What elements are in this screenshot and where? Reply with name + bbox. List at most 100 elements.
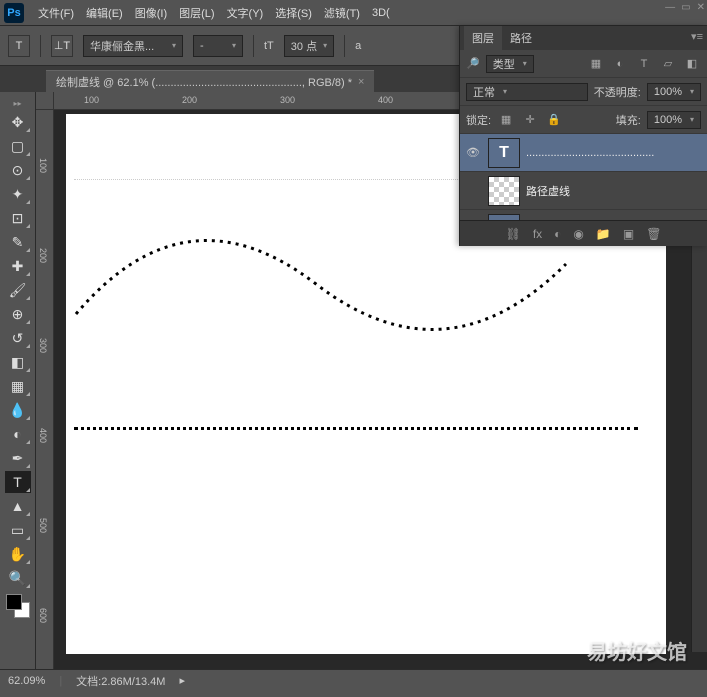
blend-row: 正常 不透明度: 100% bbox=[460, 78, 707, 106]
menu-filter[interactable]: 滤镜(T) bbox=[318, 0, 366, 25]
blend-mode-dropdown[interactable]: 正常 bbox=[466, 83, 588, 101]
layer-row[interactable]: 👁 T ....................................… bbox=[460, 210, 707, 220]
window-controls: — ▭ ✕ bbox=[665, 2, 705, 13]
opacity-label: 不透明度: bbox=[594, 84, 641, 100]
opacity-value: 100% bbox=[654, 86, 682, 98]
fill-value: 100% bbox=[654, 114, 682, 126]
crop-tool[interactable]: ⊡ bbox=[5, 207, 31, 229]
font-style-value: - bbox=[200, 40, 204, 52]
brush-tool[interactable]: 🖌 bbox=[5, 279, 31, 301]
marquee-tool[interactable]: ▢ bbox=[5, 135, 31, 157]
fill-dropdown[interactable]: 100% bbox=[647, 111, 701, 129]
dodge-tool[interactable]: ◐ bbox=[5, 423, 31, 445]
lock-label: 锁定: bbox=[466, 112, 491, 128]
maximize-icon[interactable]: ▭ bbox=[681, 2, 690, 13]
tab-layers[interactable]: 图层 bbox=[464, 26, 502, 50]
tool-palette: ▸▸ ✥ ▢ ⊙ ✦ ⊡ ✎ ✚ 🖌 ⊕ ↺ ◧ ▦ 💧 ◐ ✒ T ▲ ▭ ✋… bbox=[0, 92, 36, 669]
doc-size[interactable]: 文档:2.86M/13.4M bbox=[76, 673, 165, 689]
font-size-icon: tT bbox=[264, 40, 274, 52]
menu-type[interactable]: 文字(Y) bbox=[221, 0, 270, 25]
ruler-tick: 100 bbox=[38, 158, 48, 173]
stamp-tool[interactable]: ⊕ bbox=[5, 303, 31, 325]
filter-pixel-icon[interactable]: ▦ bbox=[587, 55, 605, 73]
eraser-tool[interactable]: ◧ bbox=[5, 351, 31, 373]
filter-shape-icon[interactable]: ▱ bbox=[659, 55, 677, 73]
layers-panel: 图层 路径 ▾≡ 🔎 类型 ▦ ◐ T ▱ ◧ 正常 不透明度: 100% 锁定… bbox=[459, 26, 707, 246]
menu-3d[interactable]: 3D( bbox=[366, 0, 396, 25]
document-tab[interactable]: 绘制虚线 @ 62.1% (..........................… bbox=[46, 70, 374, 92]
menu-file[interactable]: 文件(F) bbox=[32, 0, 80, 25]
ruler-tick: 400 bbox=[378, 95, 393, 105]
close-icon[interactable]: ✕ bbox=[697, 2, 705, 13]
blur-tool[interactable]: 💧 bbox=[5, 399, 31, 421]
ruler-tick: 200 bbox=[38, 248, 48, 263]
type-tool[interactable]: T bbox=[5, 471, 31, 493]
lock-all-icon[interactable]: 🔒 bbox=[545, 111, 563, 129]
magic-wand-tool[interactable]: ✦ bbox=[5, 183, 31, 205]
layer-row[interactable]: 路径虚线 bbox=[460, 172, 707, 210]
layer-name[interactable]: ........................................… bbox=[526, 147, 703, 159]
layer-mask-icon[interactable]: ◐ bbox=[554, 227, 561, 241]
font-style-dropdown[interactable]: - bbox=[193, 35, 243, 57]
minimize-icon[interactable]: — bbox=[665, 2, 675, 13]
ruler-origin[interactable] bbox=[36, 92, 54, 110]
delete-layer-icon[interactable]: 🗑 bbox=[646, 227, 661, 241]
filter-smart-icon[interactable]: ◧ bbox=[683, 55, 701, 73]
pen-tool[interactable]: ✒ bbox=[5, 447, 31, 469]
status-arrow-icon[interactable]: ▸ bbox=[179, 674, 185, 687]
visibility-icon[interactable]: 👁 bbox=[464, 146, 482, 159]
orientation-icon[interactable]: ⊥T bbox=[51, 35, 73, 57]
menu-edit[interactable]: 编辑(E) bbox=[80, 0, 129, 25]
menu-select[interactable]: 选择(S) bbox=[269, 0, 318, 25]
filter-type-icon[interactable]: T bbox=[635, 55, 653, 73]
menu-layer[interactable]: 图层(L) bbox=[173, 0, 220, 25]
layer-thumbnail[interactable]: T bbox=[488, 214, 520, 221]
filter-adjust-icon[interactable]: ◐ bbox=[611, 55, 629, 73]
move-tool[interactable]: ✥ bbox=[5, 111, 31, 133]
font-size-dropdown[interactable]: 30 点 bbox=[284, 35, 334, 57]
ruler-vertical[interactable]: 100200300400500600 bbox=[36, 110, 54, 669]
font-size-value: 30 点 bbox=[291, 38, 317, 54]
gradient-tool[interactable]: ▦ bbox=[5, 375, 31, 397]
layer-row[interactable]: 👁 T ....................................… bbox=[460, 134, 707, 172]
history-brush-tool[interactable]: ↺ bbox=[5, 327, 31, 349]
panel-bottom-bar: ⛓ fx ◐ ◉ 📁 ▣ 🗑 bbox=[460, 220, 707, 246]
layer-thumbnail[interactable]: T bbox=[488, 138, 520, 168]
hand-tool[interactable]: ✋ bbox=[5, 543, 31, 565]
shape-tool[interactable]: ▭ bbox=[5, 519, 31, 541]
layer-fx-icon[interactable]: fx bbox=[533, 227, 542, 241]
opacity-dropdown[interactable]: 100% bbox=[647, 83, 701, 101]
layer-thumbnail[interactable] bbox=[488, 176, 520, 206]
menu-image[interactable]: 图像(I) bbox=[129, 0, 173, 25]
filter-type-dropdown[interactable]: 类型 bbox=[486, 55, 534, 73]
link-layers-icon[interactable]: ⛓ bbox=[506, 227, 521, 241]
color-swatches[interactable] bbox=[6, 594, 30, 618]
filter-icon[interactable]: 🔎 bbox=[466, 57, 480, 70]
fill-label: 填充: bbox=[616, 112, 641, 128]
group-icon[interactable]: 📁 bbox=[596, 227, 611, 241]
menu-bar: Ps 文件(F) 编辑(E) 图像(I) 图层(L) 文字(Y) 选择(S) 滤… bbox=[0, 0, 707, 26]
adjustment-layer-icon[interactable]: ◉ bbox=[573, 227, 583, 241]
layer-name[interactable]: 路径虚线 bbox=[526, 183, 703, 199]
close-tab-icon[interactable]: × bbox=[358, 76, 364, 88]
watermark: 易坊好文馆 bbox=[587, 636, 687, 665]
zoom-level[interactable]: 62.09% bbox=[8, 675, 45, 687]
lasso-tool[interactable]: ⊙ bbox=[5, 159, 31, 181]
zoom-tool[interactable]: 🔍 bbox=[5, 567, 31, 589]
path-select-tool[interactable]: ▲ bbox=[5, 495, 31, 517]
lock-pixels-icon[interactable]: ▦ bbox=[497, 111, 515, 129]
status-bar: 62.09% | 文档:2.86M/13.4M ▸ bbox=[0, 669, 707, 691]
tab-paths[interactable]: 路径 bbox=[502, 26, 540, 50]
ruler-tick: 400 bbox=[38, 428, 48, 443]
eyedropper-tool[interactable]: ✎ bbox=[5, 231, 31, 253]
ruler-tick: 600 bbox=[38, 608, 48, 623]
expand-toolbar-icon[interactable]: ▸▸ bbox=[0, 96, 35, 110]
straight-dotted-line bbox=[74, 427, 638, 430]
foreground-color[interactable] bbox=[6, 594, 22, 610]
lock-position-icon[interactable]: ✛ bbox=[521, 111, 539, 129]
font-family-dropdown[interactable]: 华康俪金黑... bbox=[83, 35, 183, 57]
new-layer-icon[interactable]: ▣ bbox=[623, 227, 634, 241]
panel-menu-icon[interactable]: ▾≡ bbox=[691, 30, 703, 43]
tool-preset-icon[interactable]: T bbox=[8, 35, 30, 57]
healing-tool[interactable]: ✚ bbox=[5, 255, 31, 277]
